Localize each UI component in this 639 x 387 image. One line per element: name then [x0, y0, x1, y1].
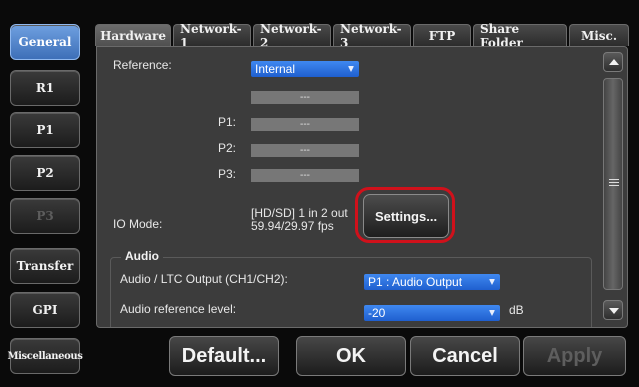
p1-status-field: --- [251, 118, 359, 131]
sidebar-item-r1[interactable]: R1 [10, 70, 80, 106]
io-mode-label: IO Mode: [113, 217, 163, 231]
scroll-thumb[interactable] [603, 78, 623, 290]
sidebar-item-general[interactable]: General [10, 24, 80, 60]
arrow-up-icon [609, 59, 619, 65]
ltc-output-label: Audio / LTC Output (CH1/CH2): [120, 272, 288, 286]
chevron-down-icon [489, 279, 495, 285]
ok-button[interactable]: OK [296, 336, 406, 376]
arrow-down-icon [609, 308, 619, 314]
ltc-output-select-value: P1 : Audio Output [368, 275, 463, 289]
p3-label: P3: [218, 167, 237, 181]
tab-misc[interactable]: Misc. [569, 24, 629, 46]
ref-level-unit: dB [509, 303, 524, 317]
tab-network-2[interactable]: Network-2 [253, 22, 331, 50]
io-mode-line2: 59.94/29.97 fps [251, 219, 334, 233]
p3-status-field: --- [251, 169, 359, 182]
grip-icon [609, 179, 619, 187]
cancel-button[interactable]: Cancel [410, 336, 520, 376]
p2-label: P2: [218, 141, 237, 155]
p1-label: P1: [218, 115, 237, 129]
scroll-up-button[interactable] [603, 52, 623, 72]
chevron-down-icon [348, 66, 354, 72]
tab-share-folder[interactable]: Share Folder [473, 22, 567, 50]
sidebar-item-gpi[interactable]: GPI [10, 292, 80, 328]
ref-level-select-value: -20 [368, 306, 386, 320]
reference-label: Reference: [113, 58, 172, 72]
audio-group-title: Audio [121, 249, 163, 263]
tab-network-3[interactable]: Network-3 [333, 22, 411, 50]
settings-button[interactable]: Settings... [363, 194, 449, 238]
p2-status-field: --- [251, 144, 359, 157]
scroll-down-button[interactable] [603, 300, 623, 320]
reference-select-value: Internal [255, 62, 296, 76]
chevron-down-icon [489, 310, 495, 316]
reference-status-field: --- [251, 91, 359, 104]
sidebar-item-p3: P3 [10, 198, 80, 234]
tab-network-1[interactable]: Network-1 [173, 22, 251, 50]
vertical-scrollbar[interactable] [603, 52, 623, 320]
tab-ftp[interactable]: FTP [413, 24, 471, 46]
tab-hardware[interactable]: Hardware [95, 24, 171, 46]
ltc-output-select[interactable]: P1 : Audio Output [364, 274, 500, 290]
sidebar-item-miscellaneous[interactable]: Miscellaneous [7, 338, 83, 374]
reference-select[interactable]: Internal [251, 61, 359, 77]
sidebar-item-transfer[interactable]: Transfer [10, 248, 80, 284]
apply-button: Apply [523, 336, 626, 376]
default-button[interactable]: Default... [169, 336, 279, 376]
sidebar-item-p1[interactable]: P1 [10, 112, 80, 148]
tab-bar: Hardware Network-1 Network-2 Network-3 F… [95, 22, 629, 50]
ref-level-label: Audio reference level: [120, 302, 237, 316]
audio-group: Audio Audio / LTC Output (CH1/CH2): P1 :… [110, 249, 592, 327]
sidebar-item-p2[interactable]: P2 [10, 155, 80, 191]
ref-level-select[interactable]: -20 [364, 305, 500, 321]
io-mode-line1: [HD/SD] 1 in 2 out [251, 206, 348, 220]
hardware-panel: Reference: Internal --- P1: --- P2: --- … [96, 46, 628, 328]
